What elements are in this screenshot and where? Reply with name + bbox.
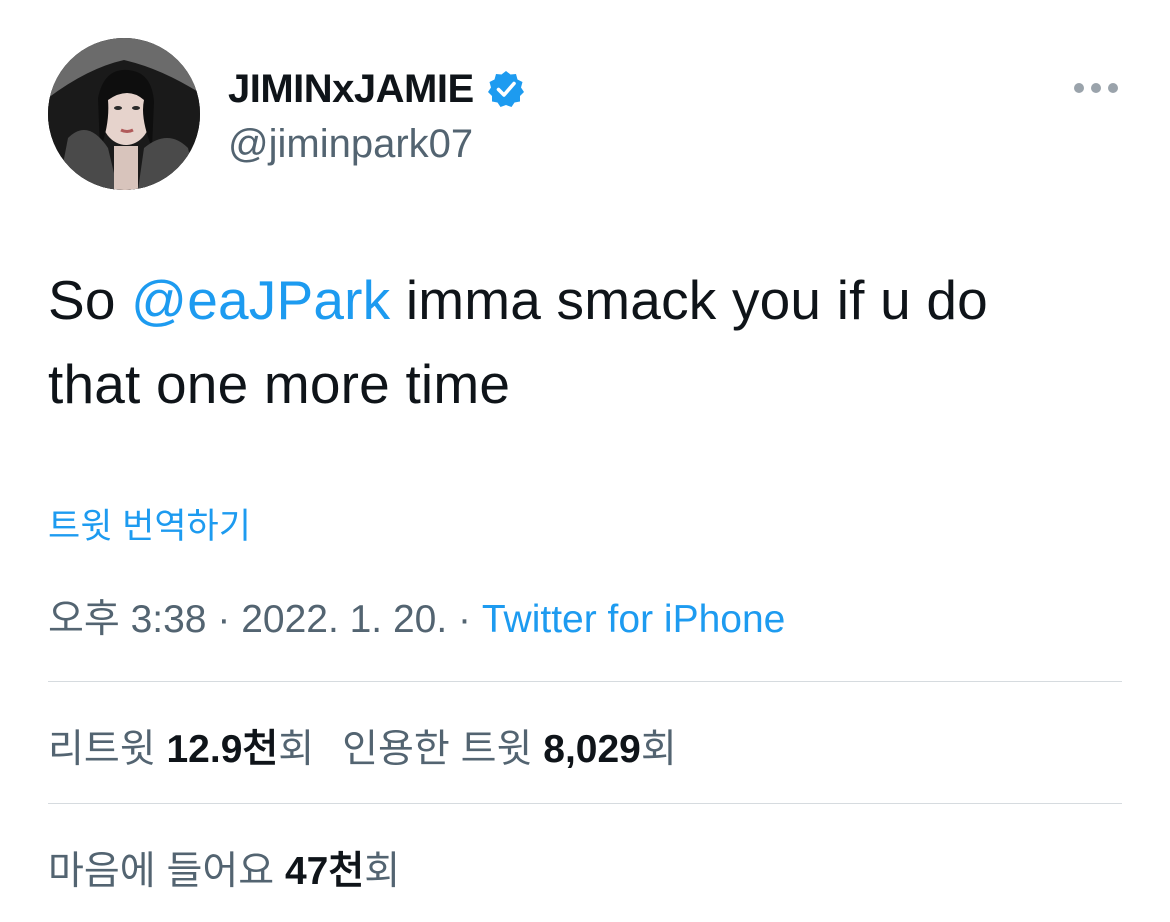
avatar[interactable] — [48, 38, 200, 190]
more-options-icon[interactable] — [1074, 78, 1118, 98]
likes-stats: 마음에 들어요 47천회 — [48, 840, 400, 896]
retweets-label: 리트윗 — [48, 728, 167, 771]
more-dot — [1108, 83, 1118, 93]
divider — [48, 803, 1122, 804]
tweet-header: JIMINxJAMIE @jiminpark07 — [48, 38, 1122, 192]
divider — [48, 681, 1122, 682]
tweet-meta: 오후 3:38 · 2022. 1. 20. · Twitter for iPh… — [48, 588, 785, 644]
quotes-label: 인용한 트윗 — [342, 728, 544, 771]
meta-separator: · — [447, 598, 482, 641]
translate-tweet-link[interactable]: 트윗 번역하기 — [48, 498, 251, 549]
quotes-count: 8,029 — [543, 728, 641, 771]
tweet-time[interactable]: 오후 3:38 — [48, 598, 207, 641]
author-name-row[interactable]: JIMINxJAMIE — [228, 64, 526, 114]
mention-link[interactable]: @eaJPark — [131, 269, 390, 331]
tweet-text-line-2: that one more time — [48, 353, 511, 415]
retweets-count: 12.9천 — [166, 728, 279, 771]
meta-separator: · — [206, 598, 242, 641]
tweet-text-prefix: So — [48, 269, 132, 331]
avatar-image — [48, 38, 200, 190]
tweet-date[interactable]: 2022. 1. 20. — [241, 598, 447, 641]
likes-label: 마음에 들어요 — [48, 850, 285, 893]
more-dot — [1074, 83, 1084, 93]
retweets-stat[interactable]: 리트윗 12.9천회 — [48, 728, 314, 771]
tweet-source-link[interactable]: Twitter for iPhone — [482, 598, 785, 641]
retweet-quote-stats: 리트윗 12.9천회 인용한 트윗 8,029회 — [48, 718, 677, 774]
retweets-suffix: 회 — [278, 728, 315, 771]
author-display-name[interactable]: JIMINxJAMIE — [228, 67, 474, 112]
likes-suffix: 회 — [364, 850, 401, 893]
quotes-stat[interactable]: 인용한 트윗 8,029회 — [342, 728, 677, 771]
author-handle[interactable]: @jiminpark07 — [228, 122, 473, 167]
likes-stat[interactable]: 마음에 들어요 47천회 — [48, 850, 400, 893]
likes-count: 47천 — [284, 850, 365, 893]
tweet-text: So @eaJPark imma smack you if u do that … — [48, 258, 1122, 426]
verified-badge-icon — [486, 69, 526, 109]
more-dot — [1091, 83, 1101, 93]
tweet-text-line1-rest: imma smack you if u do — [390, 269, 988, 331]
tweet-text-line-1: So @eaJPark imma smack you if u do — [48, 258, 1122, 342]
quotes-suffix: 회 — [640, 728, 677, 771]
